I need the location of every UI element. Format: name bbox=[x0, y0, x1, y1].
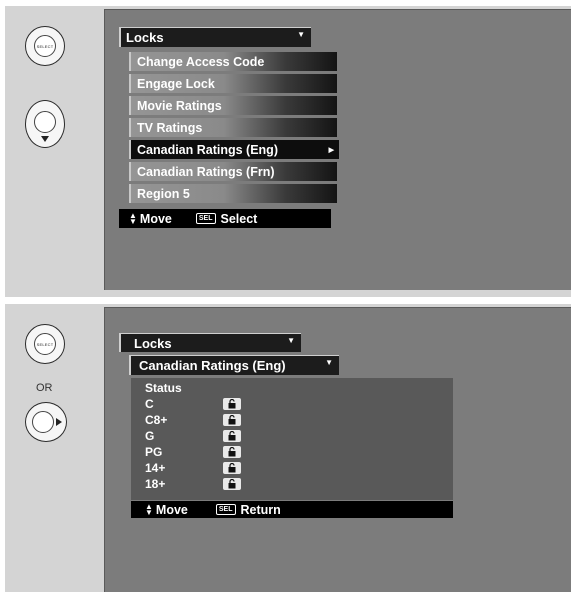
rating-label: C8+ bbox=[145, 413, 168, 427]
unlocked-padlock-icon[interactable] bbox=[223, 478, 241, 490]
unlocked-padlock-icon[interactable] bbox=[223, 462, 241, 474]
move-hint: Move bbox=[155, 502, 188, 517]
menu-item-label: Region 5 bbox=[137, 186, 190, 201]
menu-item[interactable]: Movie Ratings bbox=[129, 96, 337, 115]
menu-item[interactable]: Canadian Ratings (Eng) ▶ bbox=[129, 140, 339, 159]
menu-title: Locks bbox=[126, 30, 164, 45]
menu-item-label: Canadian Ratings (Frn) bbox=[137, 164, 275, 179]
status-panel: Status C C8+ G PG 14+ 18+ bbox=[131, 378, 453, 500]
bottom-illustration-panel: SELECT OR Locks ▼ Canadian Ratings (Eng)… bbox=[5, 304, 571, 592]
unlocked-padlock-icon[interactable] bbox=[223, 446, 241, 458]
rating-label: G bbox=[145, 429, 155, 443]
dropdown-arrow-icon: ▼ bbox=[287, 336, 295, 345]
down-arrow-button[interactable] bbox=[25, 100, 65, 148]
right-arrow-button[interactable] bbox=[25, 402, 67, 442]
rating-label: C bbox=[145, 397, 154, 411]
unlocked-padlock-icon[interactable] bbox=[223, 414, 241, 426]
submenu-title-bar[interactable]: Canadian Ratings (Eng) ▼ bbox=[129, 355, 339, 375]
menu-title-bar[interactable]: Locks ▼ bbox=[119, 333, 301, 352]
sel-key-icon: SEL bbox=[195, 213, 216, 224]
dropdown-arrow-icon: ▼ bbox=[325, 358, 333, 367]
menu-item[interactable]: Engage Lock bbox=[129, 74, 337, 93]
hint-bar: ▲ ▼ Move SEL Return bbox=[131, 501, 453, 518]
up-down-arrows-icon: ▲ ▼ bbox=[129, 210, 137, 226]
menu-item[interactable]: Canadian Ratings (Frn) bbox=[129, 162, 337, 181]
sel-key-icon: SEL bbox=[215, 504, 236, 515]
menu-item-label: Movie Ratings bbox=[137, 98, 222, 113]
menu-title-bar[interactable]: Locks ▼ bbox=[119, 27, 311, 47]
menu-title: Locks bbox=[134, 335, 172, 351]
select-hint: Select bbox=[220, 211, 258, 226]
menu-item[interactable]: Change Access Code bbox=[129, 52, 337, 71]
top-illustration-panel: SELECT Locks ▼ Change Access Code Engage … bbox=[5, 6, 571, 297]
select-button[interactable]: SELECT bbox=[25, 26, 65, 66]
submenu-title: Canadian Ratings (Eng) bbox=[139, 358, 286, 373]
tv-screen: Locks ▼ Change Access Code Engage Lock Mov… bbox=[104, 9, 571, 290]
rating-label: 14+ bbox=[145, 461, 166, 475]
menu-item-label: Change Access Code bbox=[137, 54, 265, 69]
dropdown-arrow-icon: ▼ bbox=[297, 30, 305, 39]
rating-label: 18+ bbox=[145, 477, 166, 491]
up-down-arrows-icon: ▲ ▼ bbox=[145, 501, 153, 517]
chevron-down-icon bbox=[41, 136, 49, 142]
submenu-arrow-icon: ▶ bbox=[328, 146, 334, 154]
select-button[interactable]: SELECT bbox=[25, 324, 65, 364]
unlocked-padlock-icon[interactable] bbox=[223, 430, 241, 442]
move-hint: Move bbox=[139, 211, 172, 226]
menu-item-label: Engage Lock bbox=[137, 76, 215, 91]
menu-item[interactable]: TV Ratings bbox=[129, 118, 337, 137]
menu-item-label: Canadian Ratings (Eng) bbox=[137, 142, 278, 157]
status-header: Status bbox=[145, 381, 182, 395]
rating-label: PG bbox=[145, 445, 163, 459]
or-label: OR bbox=[36, 382, 53, 394]
menu-item[interactable]: Region 5 bbox=[129, 184, 337, 203]
hint-bar: ▲ ▼ Move SEL Select bbox=[119, 209, 331, 228]
chevron-right-icon bbox=[56, 418, 62, 426]
tv-screen: Locks ▼ Canadian Ratings (Eng) ▼ Status … bbox=[104, 307, 571, 592]
unlocked-padlock-icon[interactable] bbox=[223, 398, 241, 410]
return-hint: Return bbox=[240, 502, 281, 517]
menu-item-label: TV Ratings bbox=[137, 120, 203, 135]
